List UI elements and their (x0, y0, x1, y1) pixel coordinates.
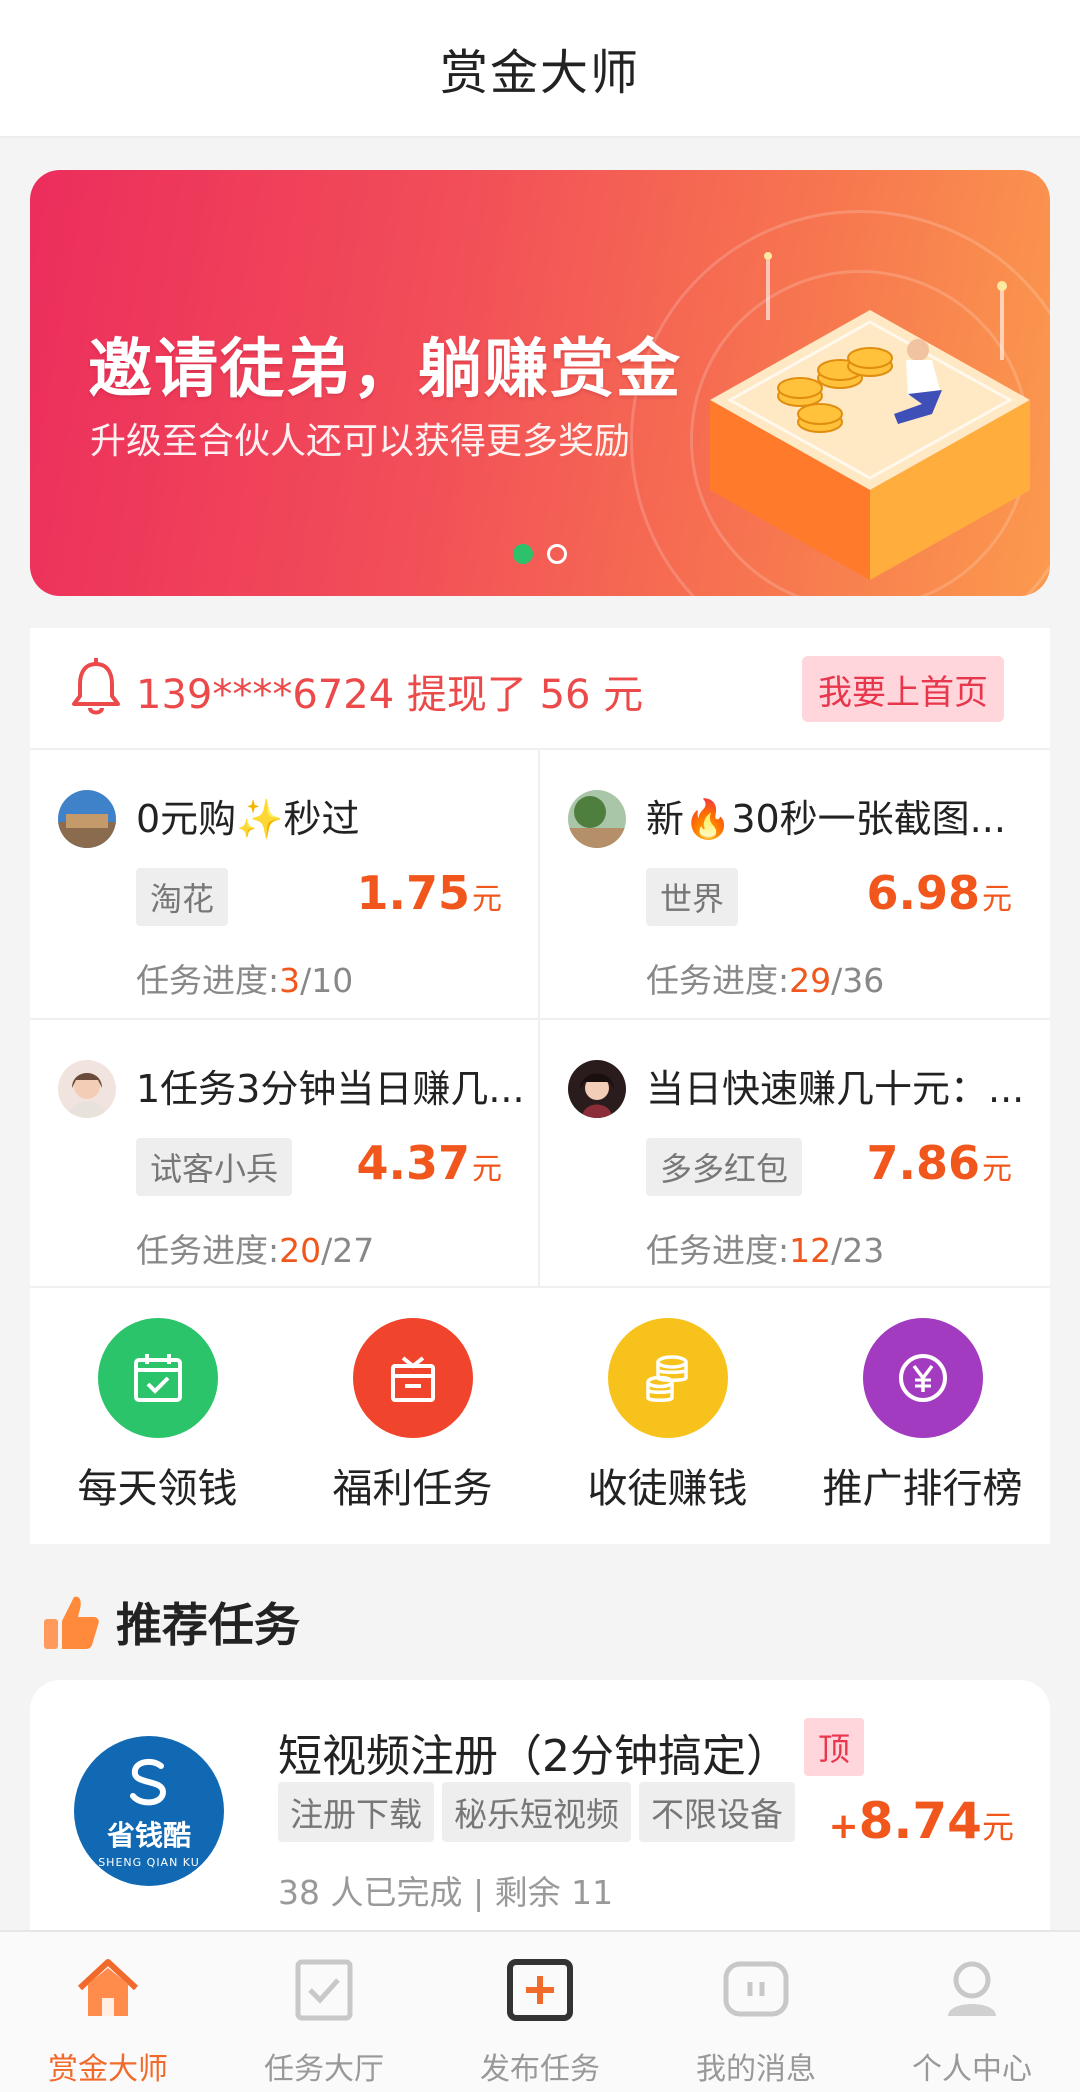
task-stats: 38 人已完成 | 剩余 11 (278, 1873, 614, 1912)
notice-text: 139****6724 提现了 56 元 (136, 672, 644, 718)
task-title: 短视频注册（2分钟搞定） (278, 1731, 790, 1782)
yen-icon (863, 1318, 983, 1438)
tab-profile[interactable]: 个人中心 (864, 1932, 1080, 2092)
shortcut-label: 推广排行榜 (822, 1466, 1023, 1512)
banner-headline: 邀请徒弟，躺赚赏金 (88, 333, 682, 407)
pagination-dot[interactable] (547, 544, 567, 564)
task-progress: 任务进度:3/10 (136, 961, 354, 1000)
shortcut-row: 每天领钱 福利任务 收徒赚钱 推广排行榜 (30, 1290, 1050, 1544)
task-check-icon (295, 1959, 353, 2021)
task-card[interactable]: 新🔥30秒一张截图... 世界 6.98元 任务进度:29/36 (540, 748, 1042, 1018)
plus-box-icon (507, 1959, 573, 2021)
avatar (568, 1060, 626, 1118)
task-name: 1任务3分钟当日赚几... (136, 1067, 525, 1111)
app-header: 赏金大师 (0, 0, 1080, 138)
task-tag: 秘乐短视频 (442, 1782, 631, 1842)
task-progress: 任务进度:29/36 (646, 961, 885, 1000)
message-icon (723, 1961, 789, 2017)
tab-publish-task[interactable]: 发布任务 (432, 1932, 648, 2092)
task-grid: 0元购✨秒过 淘花 1.75元 任务进度:3/10 新🔥30秒一张截图... 世… (30, 748, 1050, 1288)
pinned-badge: 顶 (804, 1718, 864, 1776)
shortcut-daily-money[interactable]: 每天领钱 (30, 1290, 285, 1544)
task-name: 新🔥30秒一张截图... (646, 797, 1006, 841)
tab-label: 任务大厅 (264, 2052, 384, 2087)
shortcut-ranking[interactable]: 推广排行榜 (795, 1290, 1050, 1544)
banner-pagination (30, 544, 1050, 564)
go-homepage-button[interactable]: 我要上首页 (802, 656, 1004, 722)
promo-banner[interactable]: 邀请徒弟，躺赚赏金 升级至合伙人还可以获得更多奖励 (30, 170, 1050, 596)
task-progress: 任务进度:12/23 (646, 1231, 885, 1270)
section-title: 推荐任务 (116, 1598, 300, 1652)
tab-messages[interactable]: 我的消息 (648, 1932, 864, 2092)
avatar (58, 790, 116, 848)
pagination-dot-active[interactable] (513, 544, 533, 564)
task-price: 1.75元 (356, 866, 503, 920)
bottom-tab-bar: 赏金大师 任务大厅 发布任务 我的消息 个人中心 (0, 1930, 1080, 2092)
tab-task-hall[interactable]: 任务大厅 (216, 1932, 432, 2092)
shortcut-label: 福利任务 (332, 1466, 493, 1512)
tab-label: 发布任务 (480, 2052, 600, 2087)
task-tag: 多多红包 (646, 1138, 803, 1196)
avatar (58, 1060, 116, 1118)
withdraw-notice: 139****6724 提现了 56 元 我要上首页 (30, 628, 1050, 748)
thumbs-up-icon (44, 1596, 99, 1649)
tab-home[interactable]: 赏金大师 (0, 1932, 216, 2092)
task-tag: 试客小兵 (136, 1138, 293, 1196)
task-card[interactable]: 1任务3分钟当日赚几... 试客小兵 4.37元 任务进度:20/27 (30, 1018, 532, 1288)
logo-text: 省钱酷 (106, 1818, 191, 1852)
user-icon (948, 1961, 996, 2016)
page-title: 赏金大师 (439, 45, 640, 101)
task-name: 0元购✨秒过 (136, 797, 360, 841)
calendar-check-icon (98, 1318, 218, 1438)
gold-platform-illustration (710, 252, 1030, 580)
shortcut-welfare-task[interactable]: 福利任务 (285, 1290, 540, 1544)
task-card[interactable]: 当日快速赚几十元：... 多多红包 7.86元 任务进度:12/23 (540, 1018, 1042, 1288)
task-card[interactable]: 0元购✨秒过 淘花 1.75元 任务进度:3/10 (30, 748, 532, 1018)
task-name: 当日快速赚几十元：... (646, 1067, 1025, 1111)
task-price: 4.37元 (356, 1136, 503, 1190)
coins-icon (608, 1318, 728, 1438)
home-icon (77, 1959, 139, 2016)
banner-subline: 升级至合伙人还可以获得更多奖励 (90, 421, 631, 462)
tab-label: 个人中心 (912, 2052, 1032, 2087)
task-tag: 不限设备 (639, 1782, 795, 1842)
task-tag: 淘花 (136, 868, 229, 926)
section-header-recommended: 推荐任务 (40, 1580, 300, 1664)
task-tag: 注册下载 (278, 1782, 434, 1842)
s-logo-icon (130, 1758, 167, 1805)
task-tags: 注册下载 秘乐短视频 不限设备 (278, 1782, 795, 1842)
gift-box-icon (353, 1318, 473, 1438)
bell-icon (72, 658, 120, 715)
main-card: 139****6724 提现了 56 元 我要上首页 0元购✨秒过 淘花 1.7… (30, 628, 1050, 1544)
logo-subtext: SHENG QIAN KU (98, 1855, 200, 1869)
avatar (568, 790, 626, 848)
recommended-task-card[interactable]: 省钱酷 SHENG QIAN KU 短视频注册（2分钟搞定） 顶 注册下载 秘乐… (30, 1680, 1050, 1940)
shortcut-label: 收徒赚钱 (587, 1466, 748, 1512)
app-logo: 省钱酷 SHENG QIAN KU (74, 1736, 224, 1886)
shortcut-recruit[interactable]: 收徒赚钱 (540, 1290, 795, 1544)
tab-label: 赏金大师 (48, 2052, 168, 2087)
task-price: 6.98元 (866, 866, 1013, 920)
tab-label: 我的消息 (696, 2052, 816, 2087)
task-progress: 任务进度:20/27 (136, 1231, 375, 1270)
task-tag: 世界 (646, 868, 739, 926)
task-price: 7.86元 (866, 1136, 1013, 1190)
task-reward: +8.74元 (828, 1792, 1014, 1850)
shortcut-label: 每天领钱 (77, 1466, 238, 1512)
